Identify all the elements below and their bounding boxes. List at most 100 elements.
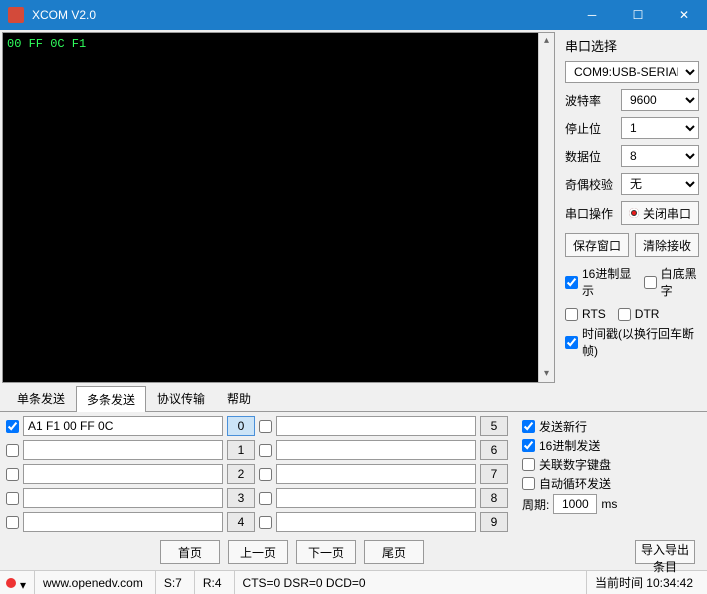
serial-group-title: 串口选择 (565, 36, 699, 55)
send-row-input[interactable] (23, 416, 223, 436)
tab-bar: 单条发送 多条发送 协议传输 帮助 (0, 385, 707, 412)
tab-protocol[interactable]: 协议传输 (146, 385, 216, 411)
send-row-button[interactable]: 4 (227, 512, 255, 532)
hex-send-check[interactable]: 16进制发送 (522, 437, 644, 454)
baud-select[interactable]: 9600 (621, 89, 699, 111)
prev-page-button[interactable]: 上一页 (228, 540, 288, 564)
period-unit: ms (601, 497, 617, 511)
send-row-button[interactable]: 2 (227, 464, 255, 484)
toggle-port-button[interactable]: 关闭串口 (621, 201, 699, 225)
send-row-input[interactable] (276, 464, 476, 484)
baud-label: 波特率 (565, 92, 621, 109)
export-button[interactable]: 导入导出条目 (635, 540, 695, 564)
send-options: 发送新行 16进制发送 关联数字键盘 自动循环发送 周期: ms (514, 416, 644, 532)
period-row: 周期: ms (522, 494, 644, 514)
period-label: 周期: (522, 496, 549, 513)
send-row: 8 (259, 488, 508, 508)
numpad-check[interactable]: 关联数字键盘 (522, 456, 644, 473)
send-row-check[interactable] (259, 492, 272, 505)
send-row-check[interactable] (6, 468, 19, 481)
port-select[interactable]: COM9:USB-SERIAL (565, 61, 699, 83)
send-row-check[interactable] (6, 492, 19, 505)
send-area: 0 1 2 3 4 5 6 7 8 9 发送新行 16进制发送 关联数字键盘 自动循环发送 周期… (0, 412, 707, 536)
clear-recv-button[interactable]: 清除接收 (635, 233, 699, 257)
stop-label: 停止位 (565, 120, 621, 137)
send-grid: 0 1 2 3 4 5 6 7 8 9 (6, 416, 508, 532)
dtr-check[interactable]: DTR (618, 307, 660, 321)
send-row: 5 (259, 416, 508, 436)
op-label: 串口操作 (565, 205, 621, 222)
status-time: 当前时间 10:34:42 (586, 571, 701, 594)
data-select[interactable]: 8 (621, 145, 699, 167)
send-row: 0 (6, 416, 255, 436)
send-row-input[interactable] (276, 488, 476, 508)
send-row-input[interactable] (276, 512, 476, 532)
terminal-output[interactable]: 00 FF 0C F1 (3, 33, 538, 382)
send-row-button[interactable]: 9 (480, 512, 508, 532)
stop-select[interactable]: 1 (621, 117, 699, 139)
maximize-button[interactable]: ☐ (615, 0, 661, 30)
status-dropdown-icon[interactable]: ▾ (20, 578, 30, 588)
last-page-button[interactable]: 尾页 (364, 540, 424, 564)
period-input[interactable] (553, 494, 597, 514)
save-window-button[interactable]: 保存窗口 (565, 233, 629, 257)
minimize-button[interactable]: ─ (569, 0, 615, 30)
next-page-button[interactable]: 下一页 (296, 540, 356, 564)
titlebar: XCOM V2.0 ─ ☐ ✕ (0, 0, 707, 30)
send-row-button[interactable]: 3 (227, 488, 255, 508)
send-row-input[interactable] (276, 440, 476, 460)
send-row: 4 (6, 512, 255, 532)
send-row-input[interactable] (23, 488, 223, 508)
newline-check[interactable]: 发送新行 (522, 418, 644, 435)
serial-panel: 串口选择 COM9:USB-SERIAL 波特率 9600 停止位 1 数据位 … (557, 30, 707, 385)
send-row: 9 (259, 512, 508, 532)
send-row-input[interactable] (276, 416, 476, 436)
loop-check[interactable]: 自动循环发送 (522, 475, 644, 492)
data-label: 数据位 (565, 148, 621, 165)
send-row: 3 (6, 488, 255, 508)
tab-multi[interactable]: 多条发送 (76, 386, 146, 412)
send-row: 7 (259, 464, 508, 484)
close-button[interactable]: ✕ (661, 0, 707, 30)
tab-help[interactable]: 帮助 (216, 385, 262, 411)
white-bg-check[interactable]: 白底黑字 (644, 265, 699, 299)
op-button-label: 关闭串口 (643, 205, 691, 222)
send-row-check[interactable] (6, 516, 19, 529)
terminal-scrollbar[interactable]: ▴ ▾ (538, 33, 554, 382)
rts-check[interactable]: RTS (565, 307, 606, 321)
app-logo (8, 7, 24, 23)
send-row-input[interactable] (23, 464, 223, 484)
send-row-check[interactable] (6, 444, 19, 457)
send-row-check[interactable] (259, 420, 272, 433)
status-url[interactable]: www.openedv.com (34, 571, 151, 594)
scroll-down-icon[interactable]: ▾ (539, 366, 554, 382)
send-row-check[interactable] (6, 420, 19, 433)
send-row-check[interactable] (259, 468, 272, 481)
first-page-button[interactable]: 首页 (160, 540, 220, 564)
record-icon (629, 208, 639, 218)
send-row-button[interactable]: 0 (227, 416, 255, 436)
tab-single[interactable]: 单条发送 (6, 385, 76, 411)
send-row-check[interactable] (259, 516, 272, 529)
send-row-button[interactable]: 1 (227, 440, 255, 460)
send-row-check[interactable] (259, 444, 272, 457)
parity-select[interactable]: 无 (621, 173, 699, 195)
send-row-button[interactable]: 6 (480, 440, 508, 460)
window-title: XCOM V2.0 (32, 8, 569, 22)
status-sent: S:7 (155, 571, 190, 594)
parity-label: 奇偶校验 (565, 176, 621, 193)
send-row-input[interactable] (23, 512, 223, 532)
scroll-up-icon[interactable]: ▴ (539, 33, 554, 49)
terminal-container: 00 FF 0C F1 ▴ ▾ (2, 32, 555, 383)
hex-display-check[interactable]: 16进制显示 (565, 265, 632, 299)
timestamp-check[interactable]: 时间戳(以换行回车断帧) (565, 325, 699, 359)
send-row-button[interactable]: 8 (480, 488, 508, 508)
status-recv: R:4 (194, 571, 230, 594)
send-row-button[interactable]: 7 (480, 464, 508, 484)
send-row: 2 (6, 464, 255, 484)
status-lines: CTS=0 DSR=0 DCD=0 (234, 571, 582, 594)
status-indicator-icon (6, 578, 16, 588)
send-row-button[interactable]: 5 (480, 416, 508, 436)
send-row-input[interactable] (23, 440, 223, 460)
status-bar: ▾ www.openedv.com S:7 R:4 CTS=0 DSR=0 DC… (0, 570, 707, 594)
